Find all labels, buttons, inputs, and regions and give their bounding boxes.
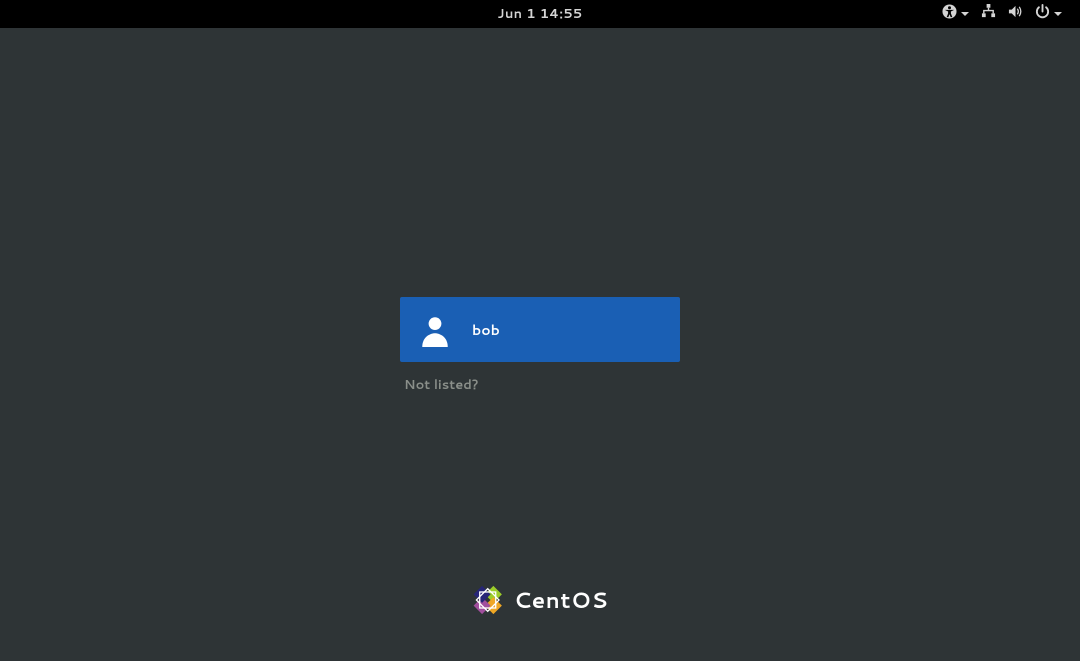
system-tray: [942, 0, 1062, 28]
top-bar: Jun 1 14:55: [0, 0, 1080, 28]
clock[interactable]: Jun 1 14:55: [497, 5, 582, 23]
network-icon: [981, 4, 996, 24]
power-icon: [1035, 4, 1050, 24]
branding: CentOS: [472, 584, 609, 616]
os-name: CentOS: [514, 585, 609, 616]
volume-indicator[interactable]: [1008, 4, 1023, 24]
user-entry-bob[interactable]: bob: [400, 297, 680, 362]
not-listed-link[interactable]: Not listed?: [404, 376, 680, 394]
network-indicator[interactable]: [981, 4, 996, 24]
volume-icon: [1008, 4, 1023, 24]
avatar-icon: [416, 311, 454, 349]
accessibility-icon: [942, 4, 957, 24]
power-menu[interactable]: [1035, 4, 1062, 24]
username-label: bob: [472, 320, 500, 340]
accessibility-menu[interactable]: [942, 4, 969, 24]
login-panel: bob Not listed?: [400, 297, 680, 394]
caret-down-icon: [1054, 5, 1062, 23]
caret-down-icon: [961, 5, 969, 23]
centos-logo-icon: [472, 584, 504, 616]
